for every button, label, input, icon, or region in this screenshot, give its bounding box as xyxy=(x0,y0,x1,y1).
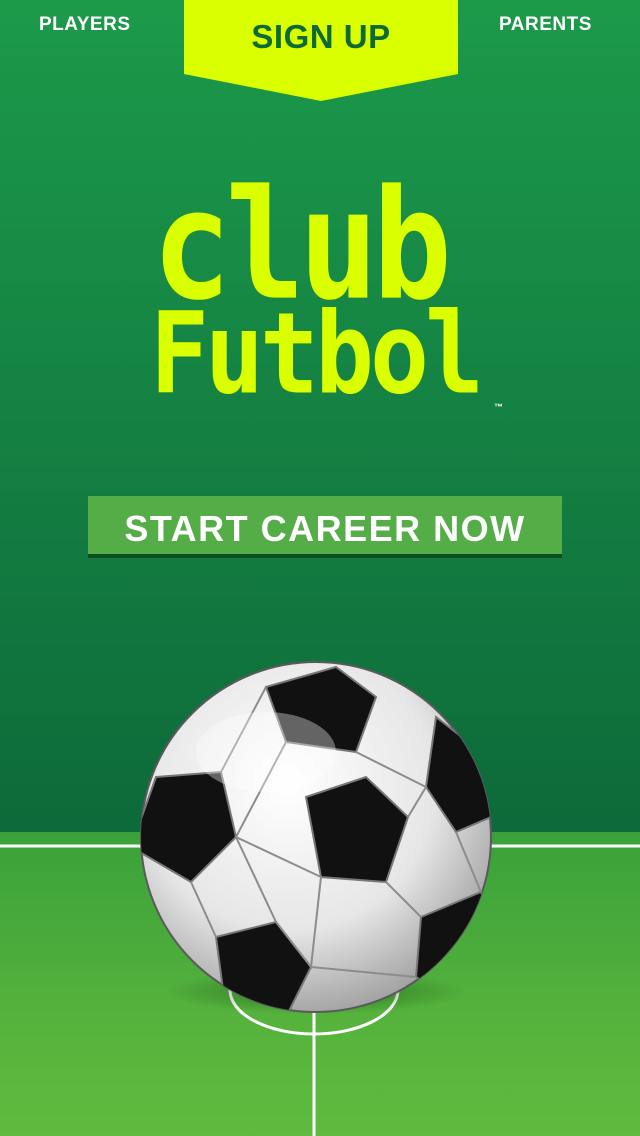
club-futbol-logo: club Futbol ™ xyxy=(150,170,503,420)
logo-trademark: ™ xyxy=(494,402,503,412)
start-career-button[interactable]: START CAREER NOW xyxy=(88,496,562,558)
sign-up-label: SIGN UP xyxy=(251,18,391,55)
start-career-label: START CAREER NOW xyxy=(124,508,526,549)
nav-parents-link[interactable]: PARENTS xyxy=(499,14,592,36)
logo-line-futbol: Futbol xyxy=(150,288,484,420)
soccer-ball-icon xyxy=(136,657,496,1017)
nav-players-link[interactable]: PLAYERS xyxy=(39,14,131,36)
sign-up-button[interactable]: SIGN UP xyxy=(184,0,458,101)
